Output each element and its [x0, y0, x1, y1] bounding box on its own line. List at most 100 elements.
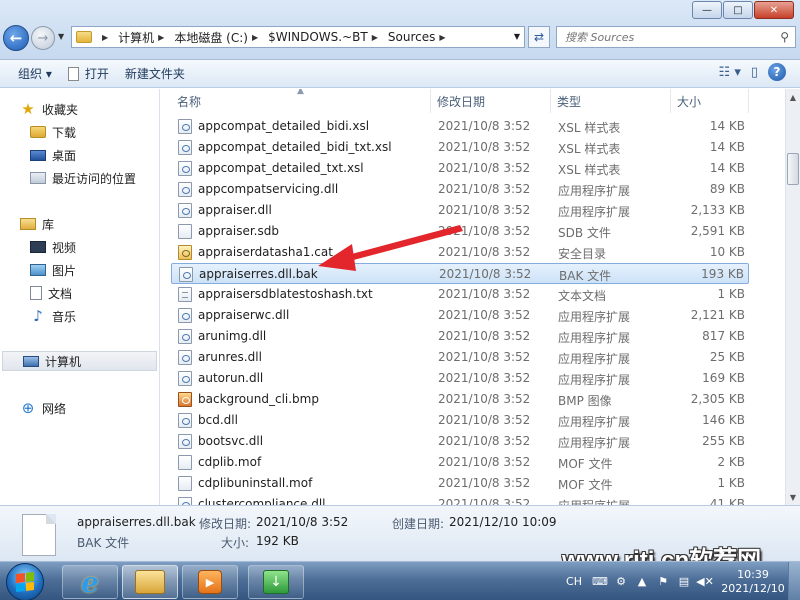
column-header-date[interactable]: 修改日期: [431, 89, 551, 113]
nav-music[interactable]: ♪ 音乐: [0, 306, 158, 326]
table-row[interactable]: cdplib.mof 2021/10/8 3:52 MOF 文件 2 KB: [171, 452, 749, 473]
table-row[interactable]: arunimg.dll 2021/10/8 3:52 应用程序扩展 817 KB: [171, 326, 749, 347]
breadcrumb-sep-root[interactable]: ▶: [98, 33, 118, 42]
table-row-selected[interactable]: appraiserres.dll.bak 2021/10/8 3:52 BAK 文件…: [171, 263, 749, 284]
file-date: 2021/10/8 3:52: [438, 224, 531, 238]
column-header-type[interactable]: 类型: [551, 89, 671, 113]
system-tray: CH ⌨ ⚙ ▲ ⚑ ▤ ◀✕ 10:39 2021/12/10: [566, 562, 800, 600]
nav-downloads[interactable]: 下载: [0, 122, 158, 142]
search-input[interactable]: [557, 30, 767, 44]
file-size: 2,121 KB: [690, 308, 745, 322]
document-icon: [30, 286, 42, 300]
address-field[interactable]: ▶ 计算机 ▶ 本地磁盘 (C:) ▶ $WINDOWS.~BT ▶ Sources ▶…: [71, 26, 525, 48]
recent-pages-dropdown[interactable]: ▼: [58, 32, 64, 41]
file-list: ▲ 名称 修改日期 类型 大小 appcompat_detailed_bidi.…: [161, 89, 785, 505]
file-type: XSL 样式表: [558, 121, 621, 135]
breadcrumb-computer[interactable]: 计算机 ▶: [118, 29, 174, 46]
open-button[interactable]: 打开: [60, 63, 117, 85]
table-row[interactable]: appraiser.sdb 2021/10/8 3:52 SDB 文件 2,591 K…: [171, 221, 749, 242]
help-icon[interactable]: ?: [768, 63, 786, 81]
taskbar-media-player[interactable]: ▶: [182, 565, 238, 599]
table-row[interactable]: appraiser.dll 2021/10/8 3:52 应用程序扩展 2,133 K…: [171, 200, 749, 221]
table-row[interactable]: bcd.dll 2021/10/8 3:52 应用程序扩展 146 KB: [171, 410, 749, 431]
close-button[interactable]: ✕: [754, 1, 794, 19]
breadcrumb-sources[interactable]: Sources ▶: [388, 30, 456, 44]
file-name: appraiser.sdb: [198, 224, 279, 238]
scroll-thumb[interactable]: [787, 153, 799, 185]
details-modified-value: 2021/10/8 3:52: [256, 515, 349, 529]
view-options-icon[interactable]: ☷ ▾: [719, 65, 741, 80]
file-name: appraiserwc.dll: [198, 308, 290, 322]
address-dropdown-icon[interactable]: ▼: [514, 32, 520, 41]
folder-icon: [76, 31, 92, 43]
vertical-scrollbar[interactable]: ▲ ▼: [785, 89, 800, 505]
table-row[interactable]: autorun.dll 2021/10/8 3:52 应用程序扩展 169 KB: [171, 368, 749, 389]
taskbar-app[interactable]: ↓: [248, 565, 304, 599]
file-type: 安全目录: [558, 247, 607, 261]
scroll-down-button[interactable]: ▼: [786, 489, 800, 505]
language-indicator[interactable]: CH: [566, 575, 582, 588]
start-button[interactable]: [6, 563, 44, 600]
arrow-right-icon: →: [37, 30, 49, 46]
show-desktop-button[interactable]: [788, 562, 800, 600]
catalog-file-icon: [178, 245, 192, 260]
nav-documents[interactable]: 文档: [0, 283, 158, 303]
breadcrumb-windows-bt[interactable]: $WINDOWS.~BT ▶: [268, 30, 388, 44]
search-box[interactable]: ⚲: [556, 26, 796, 48]
forward-button[interactable]: →: [31, 26, 55, 50]
nav-recent-places[interactable]: 最近访问的位置: [0, 168, 158, 188]
file-date: 2021/10/8 3:52: [438, 245, 531, 259]
column-header-size[interactable]: 大小: [671, 89, 749, 113]
star-icon: ★: [21, 100, 35, 118]
organize-button[interactable]: 组织 ▾: [10, 63, 60, 85]
nav-videos[interactable]: 视频: [0, 237, 158, 257]
table-row[interactable]: arunres.dll 2021/10/8 3:52 应用程序扩展 25 KB: [171, 347, 749, 368]
network-tray-icon[interactable]: ▤: [676, 575, 692, 589]
nav-network[interactable]: ⊕ 网络: [0, 398, 158, 418]
file-name: background_cli.bmp: [198, 392, 319, 406]
table-row[interactable]: appcompatservicing.dll 2021/10/8 3:52 应用程序…: [171, 179, 749, 200]
taskbar-explorer[interactable]: [122, 565, 178, 599]
table-row[interactable]: appraiserwc.dll 2021/10/8 3:52 应用程序扩展 2,121…: [171, 305, 749, 326]
minimize-button[interactable]: —: [692, 1, 722, 19]
file-size: 10 KB: [709, 245, 745, 259]
column-label: 大小: [677, 94, 702, 109]
table-row[interactable]: appcompat_detailed_bidi.xsl 2021/10/8 3:5…: [171, 116, 749, 137]
nav-computer[interactable]: 计算机: [2, 351, 157, 371]
table-row[interactable]: cdplibuninstall.mof 2021/10/8 3:52 MOF 文件 1…: [171, 473, 749, 494]
taskbar-ie[interactable]: e: [62, 565, 118, 599]
nav-desktop[interactable]: 桌面: [0, 145, 158, 165]
table-row[interactable]: clustercompliance.dll 2021/10/8 3:52 应用程序扩…: [171, 494, 749, 505]
file-name: appcompatservicing.dll: [198, 182, 339, 196]
table-row[interactable]: appraiserdatasha1.cat 2021/10/8 3:52 安全目录 1…: [171, 242, 749, 263]
back-button[interactable]: ←: [3, 25, 29, 51]
table-row[interactable]: background_cli.bmp 2021/10/8 3:52 BMP 图像 2,…: [171, 389, 749, 410]
clock[interactable]: 10:39 2021/12/10: [718, 568, 788, 596]
keyboard-icon[interactable]: ⌨: [592, 575, 608, 589]
volume-muted-icon[interactable]: ◀✕: [696, 575, 714, 589]
refresh-button[interactable]: ⇄: [528, 26, 550, 48]
table-row[interactable]: appcompat_detailed_bidi_txt.xsl 2021/10/8…: [171, 137, 749, 158]
action-center-icon[interactable]: ⚑: [655, 575, 671, 589]
table-row[interactable]: bootsvc.dll 2021/10/8 3:52 应用程序扩展 255 KB: [171, 431, 749, 452]
nav-libraries[interactable]: 库: [0, 214, 158, 234]
nav-favorites[interactable]: ★ 收藏夹: [0, 99, 158, 119]
maximize-button[interactable]: □: [723, 1, 753, 19]
table-row[interactable]: appcompat_detailed_txt.xsl 2021/10/8 3:52…: [171, 158, 749, 179]
nav-label: 网络: [42, 401, 67, 416]
file-name: appraisersdblatestoshash.txt: [198, 287, 373, 301]
scroll-up-button[interactable]: ▲: [786, 89, 800, 105]
search-icon[interactable]: ⚲: [780, 30, 789, 44]
xsl-file-icon: [178, 119, 192, 134]
table-row[interactable]: appraisersdblatestoshash.txt 2021/10/8 3:…: [171, 284, 749, 305]
app-icon: ↓: [263, 570, 289, 594]
preview-pane-icon[interactable]: ▯: [751, 65, 758, 80]
nav-pictures[interactable]: 图片: [0, 260, 158, 280]
tray-expand-icon[interactable]: ▲: [634, 575, 650, 589]
tray-settings-icon[interactable]: ⚙: [613, 575, 629, 589]
new-folder-button[interactable]: 新建文件夹: [117, 63, 193, 85]
music-icon: ♪: [33, 307, 43, 325]
breadcrumb-drive-c[interactable]: 本地磁盘 (C:) ▶: [174, 29, 268, 46]
column-header-name[interactable]: 名称: [171, 89, 431, 113]
chevron-right-icon: ▶: [102, 32, 109, 42]
